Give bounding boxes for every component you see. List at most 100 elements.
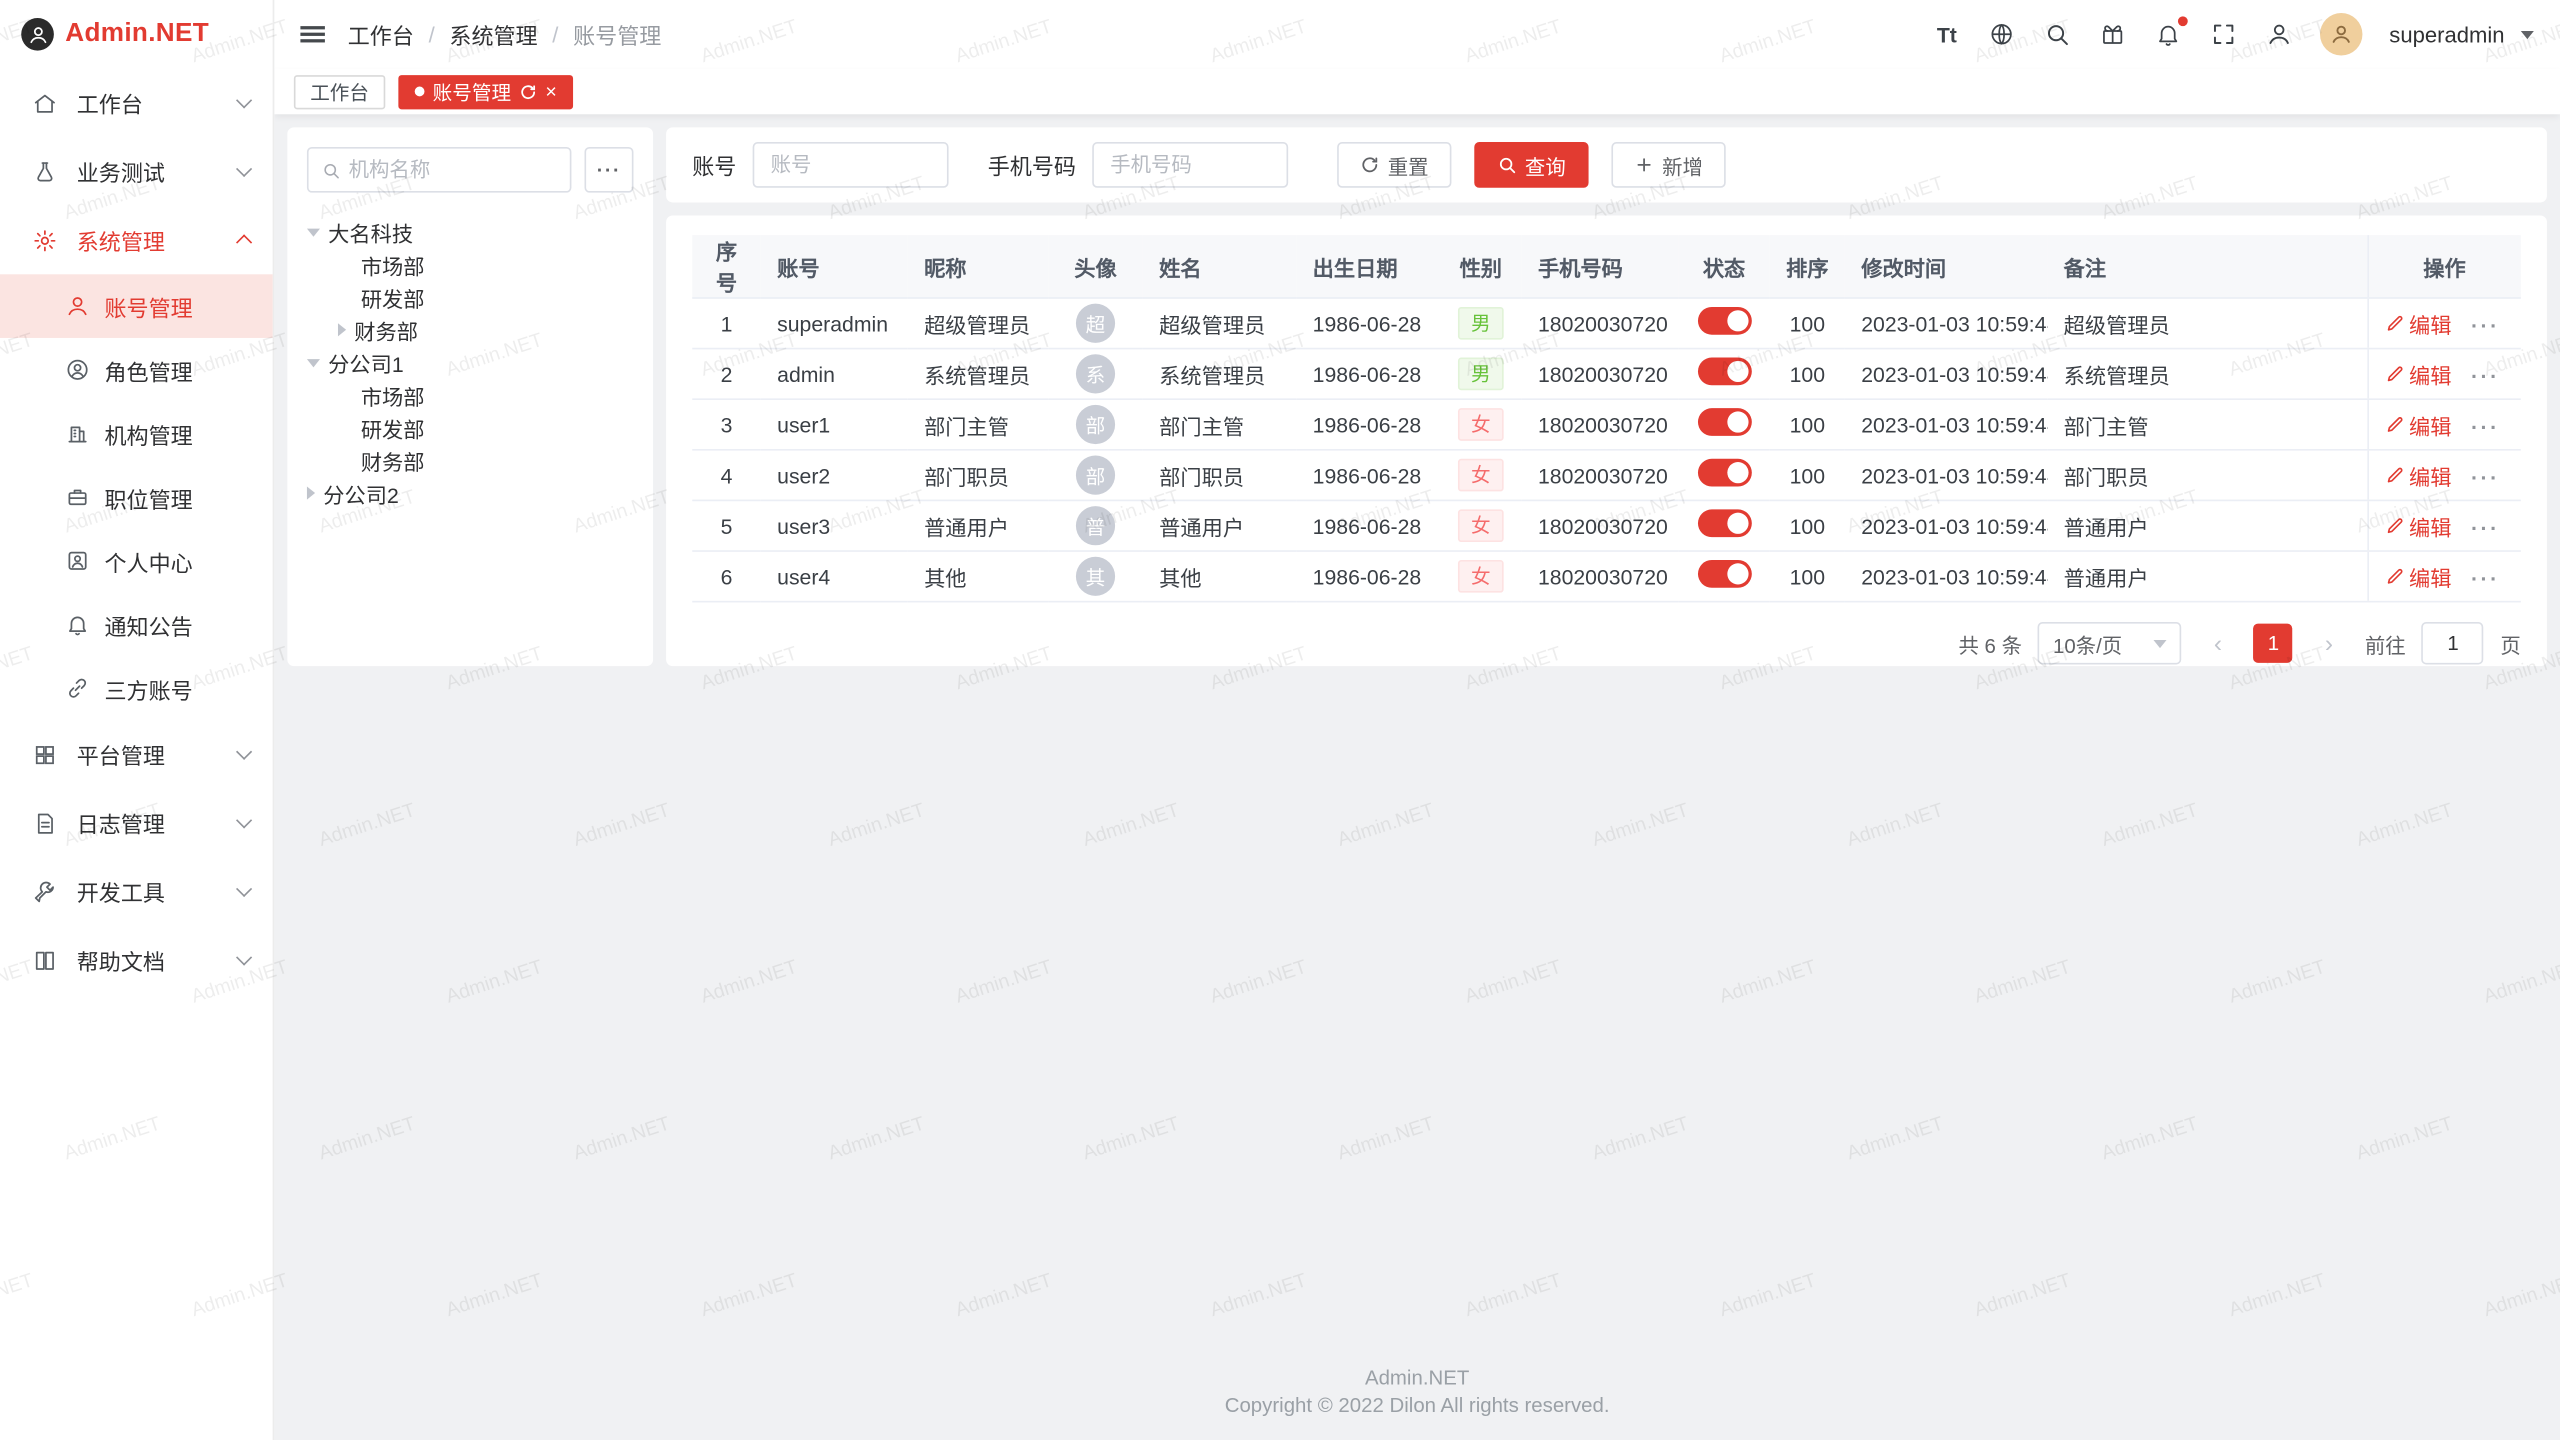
sidebar-item-log-management[interactable]: 日志管理 [0,789,273,858]
menu-toggle-icon[interactable] [300,21,324,47]
tab-close-icon[interactable]: × [545,82,556,102]
tab-workbench[interactable]: 工作台 [294,74,385,108]
table-row[interactable]: 4 user2 部门职员 部 部门职员 1986-06-28 女 1802003… [692,450,2521,501]
reset-button[interactable]: 重置 [1337,142,1451,188]
gender-badge: 女 [1458,408,1504,441]
search-icon[interactable] [2043,20,2072,49]
tree-more-button[interactable]: ··· [584,147,633,193]
table-row[interactable]: 3 user1 部门主管 部 部门主管 1986-06-28 女 1802003… [692,399,2521,450]
col-sort: 排序 [1770,235,1845,298]
next-page-button[interactable]: › [2309,624,2348,663]
prev-page-button[interactable]: ‹ [2198,624,2237,663]
role-icon [65,358,91,382]
row-more-button[interactable]: ··· [2471,567,2500,591]
status-toggle[interactable] [1697,408,1751,436]
user-icon[interactable] [2265,20,2294,49]
row-more-button[interactable]: ··· [2471,465,2500,489]
sidebar-item-system-management[interactable]: 系统管理 [0,206,273,275]
tree-node[interactable]: 分公司2 [307,477,634,510]
fullscreen-icon[interactable] [2210,20,2239,49]
status-toggle[interactable] [1697,459,1751,487]
table-row[interactable]: 2 admin 系统管理员 系 系统管理员 1986-06-28 男 18020… [692,349,2521,400]
add-button[interactable]: 新增 [1611,142,1725,188]
topbar-actions: Tt superadmin [1932,13,2534,55]
sidebar-item-position-management[interactable]: 职位管理 [0,465,273,529]
tree-node[interactable]: 财务部 [307,313,634,346]
tab-refresh-icon[interactable] [519,82,537,100]
caret-right-icon[interactable] [307,487,315,500]
tree-node[interactable]: 分公司1 [307,346,634,379]
cell-status [1678,298,1769,349]
cell-nickname: 系统管理员 [908,349,1048,400]
edit-button[interactable]: 编辑 [2384,358,2451,389]
breadcrumb-item[interactable]: 工作台 [348,18,414,51]
col-nickname: 昵称 [908,235,1048,298]
sidebar-item-third-party-account[interactable]: 三方账号 [0,656,273,720]
page-number-button[interactable]: 1 [2254,624,2293,663]
username[interactable]: superadmin [2389,22,2504,46]
sidebar-item-help-docs[interactable]: 帮助文档 [0,926,273,995]
edit-button[interactable]: 编辑 [2384,510,2451,541]
gift-icon[interactable] [2099,20,2128,49]
table-row[interactable]: 1 superadmin 超级管理员 超 超级管理员 1986-06-28 男 … [692,298,2521,349]
status-toggle[interactable] [1697,358,1751,386]
cell-remark: 系统管理员 [2047,349,2367,400]
tree-node[interactable]: 财务部 [307,444,634,477]
font-size-icon[interactable]: Tt [1932,20,1961,49]
status-toggle[interactable] [1697,560,1751,588]
sidebar-item-workbench[interactable]: 工作台 [0,69,273,138]
edit-button[interactable]: 编辑 [2384,308,2451,339]
row-more-button[interactable]: ··· [2471,415,2500,439]
avatar[interactable] [2321,13,2363,55]
globe-icon[interactable] [1988,20,2017,49]
sidebar-item-personal-center[interactable]: 个人中心 [0,529,273,593]
col-gender: 性别 [1440,235,1522,298]
sidebar-item-notice[interactable]: 通知公告 [0,593,273,657]
building-icon [65,421,91,445]
org-search-input[interactable] [349,158,557,181]
table-row[interactable]: 5 user3 普通用户 普 普通用户 1986-06-28 女 1802003… [692,500,2521,551]
bell-icon[interactable] [2154,20,2183,49]
breadcrumb-item[interactable]: 系统管理 [449,18,537,51]
sidebar-item-business-test[interactable]: 业务测试 [0,137,273,206]
search-button[interactable]: 查询 [1474,142,1588,188]
status-toggle[interactable] [1697,307,1751,335]
cell-birth: 1986-06-28 [1296,551,1440,602]
status-toggle[interactable] [1697,509,1751,537]
avatar: 普 [1076,506,1115,545]
tree-node[interactable]: 研发部 [307,281,634,314]
tree-node[interactable]: 市场部 [307,379,634,412]
edit-button[interactable]: 编辑 [2384,460,2451,491]
page-size-select[interactable]: 10条/页 [2038,622,2182,664]
phone-input[interactable] [1092,142,1288,188]
content-columns: ··· 大名科技 市场部 研发部 财务部 分公司1 市场部 研发部 财务部 分公… [287,127,2547,666]
row-more-button[interactable]: ··· [2471,313,2500,337]
sidebar-item-role-management[interactable]: 角色管理 [0,338,273,402]
tree-node[interactable]: 大名科技 [307,216,634,249]
chevron-down-icon[interactable] [2521,30,2534,38]
edit-button[interactable]: 编辑 [2384,409,2451,440]
account-input[interactable] [753,142,949,188]
tree-node[interactable]: 市场部 [307,248,634,281]
chevron-down-icon [236,881,252,897]
chevron-down-icon [236,92,252,108]
tree-node[interactable]: 研发部 [307,411,634,444]
cell-account: user3 [761,500,908,551]
sidebar-item-org-management[interactable]: 机构管理 [0,402,273,466]
avatar: 部 [1076,405,1115,444]
caret-down-icon[interactable] [307,228,320,236]
caret-down-icon[interactable] [307,358,320,366]
caret-right-icon[interactable] [338,323,346,336]
goto-label: 前往 [2365,628,2406,659]
tab-account-management[interactable]: 账号管理 × [398,74,573,108]
row-more-button[interactable]: ··· [2471,516,2500,540]
goto-page-input[interactable] [2422,622,2484,664]
edit-button[interactable]: 编辑 [2384,561,2451,592]
row-more-button[interactable]: ··· [2471,364,2500,388]
sidebar-item-platform-management[interactable]: 平台管理 [0,720,273,789]
tree-node-label: 财务部 [361,445,425,476]
sidebar-item-dev-tools[interactable]: 开发工具 [0,857,273,926]
sidebar-item-account-management[interactable]: 账号管理 [0,274,273,338]
table-row[interactable]: 6 user4 其他 其 其他 1986-06-28 女 18020030720 [692,551,2521,602]
cell-remark: 普通用户 [2047,500,2367,551]
